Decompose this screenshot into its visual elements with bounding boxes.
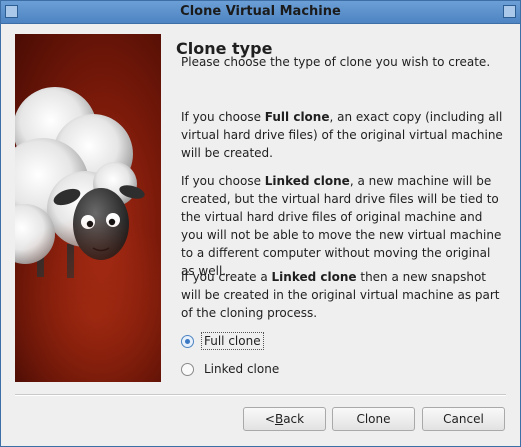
full-clone-radio[interactable] bbox=[181, 334, 194, 348]
close-icon[interactable] bbox=[503, 5, 516, 18]
linked-clone-description: If you choose Linked clone, a new machin… bbox=[181, 174, 502, 278]
dialog-window: Clone Virtual Machine Clone type Please … bbox=[0, 0, 521, 447]
linked-clone-label[interactable]: Linked clone bbox=[202, 361, 281, 377]
full-clone-description: If you choose Full clone, an exact copy … bbox=[181, 110, 503, 160]
clone-button[interactable]: Clone bbox=[332, 407, 415, 431]
title-bar[interactable]: Clone Virtual Machine bbox=[1, 1, 520, 24]
back-button[interactable]: < Back bbox=[243, 407, 326, 431]
intro-text: Please choose the type of clone you wish… bbox=[181, 55, 491, 69]
sheep-mascot-image bbox=[15, 34, 161, 382]
full-clone-label[interactable]: Full clone bbox=[201, 332, 264, 350]
snapshot-description: If you create a Linked clone then a new … bbox=[181, 270, 500, 320]
button-separator bbox=[15, 394, 506, 396]
cancel-button[interactable]: Cancel bbox=[422, 407, 505, 431]
full-clone-option[interactable]: Full clone bbox=[181, 331, 264, 351]
linked-clone-option[interactable]: Linked clone bbox=[181, 359, 281, 379]
linked-clone-radio[interactable] bbox=[181, 362, 194, 376]
window-title: Clone Virtual Machine bbox=[180, 4, 341, 19]
